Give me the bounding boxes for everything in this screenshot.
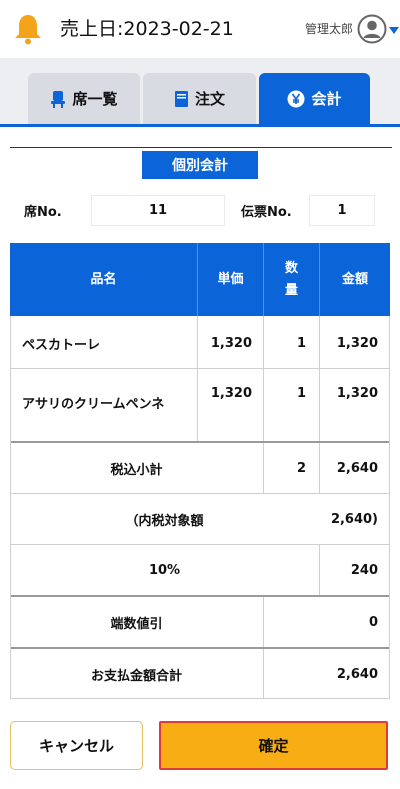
column-divider	[197, 316, 198, 441]
tax-amount: 240	[350, 562, 378, 578]
item-unit-price: 1,320	[210, 335, 252, 351]
subtotal-quantity: 2	[296, 460, 306, 476]
header-item-name: 品名	[90, 271, 117, 287]
yen-icon	[287, 90, 305, 107]
tab-checkout[interactable]: 会計	[259, 73, 370, 124]
header-amount: 金額	[341, 271, 368, 287]
item-quantity: 1	[296, 385, 306, 401]
column-divider	[319, 316, 320, 441]
tab-order-label: 注文	[194, 90, 225, 108]
header-quantity: 数 量	[284, 260, 298, 298]
column-divider	[319, 545, 320, 595]
cancel-button[interactable]: キャンセル	[10, 721, 143, 770]
user-avatar-icon[interactable]	[357, 14, 387, 44]
item-amount: 1,320	[336, 385, 378, 401]
seat-icon	[51, 90, 66, 108]
tab-order[interactable]: 注文	[143, 73, 256, 124]
divider	[10, 147, 392, 148]
item-unit-price: 1,320	[210, 385, 252, 401]
subtotal-amount: 2,640	[336, 460, 378, 476]
section-title: 個別会計	[142, 151, 258, 179]
column-divider	[263, 316, 264, 441]
table-header: 品名 単価 数 量 金額	[10, 243, 390, 316]
chevron-down-icon[interactable]	[388, 26, 400, 36]
item-name: ペスカトーレ	[22, 337, 101, 353]
item-name: アサリのクリームペンネ	[22, 397, 165, 412]
subtotal-label: 税込小計	[110, 462, 163, 478]
total-amount: 2,640	[336, 666, 378, 682]
total-label: お支払金額合計	[90, 668, 182, 684]
seat-number-value: 11	[91, 195, 225, 226]
user-name[interactable]: 管理太郎	[305, 20, 353, 37]
taxable-label: （内税対象額	[125, 513, 204, 529]
item-quantity: 1	[296, 335, 306, 351]
tab-seat-list[interactable]: 席一覧	[28, 73, 140, 124]
taxable-amount: 2,640)	[330, 511, 378, 527]
confirm-button[interactable]: 確定	[159, 721, 388, 770]
table-border-bottom	[10, 698, 390, 699]
tab-checkout-label: 会計	[311, 90, 342, 108]
column-divider	[263, 443, 264, 493]
seat-number-label: 席No.	[24, 205, 62, 220]
rounding-label: 端数値引	[110, 616, 163, 632]
column-divider	[263, 597, 264, 647]
slip-number-value: 1	[309, 195, 375, 226]
header-unit-price: 単価	[217, 271, 244, 287]
item-amount: 1,320	[336, 335, 378, 351]
rounding-amount: 0	[368, 614, 378, 630]
column-divider	[263, 649, 264, 699]
column-divider	[319, 443, 320, 493]
tax-rate-label: 10%	[148, 562, 181, 578]
sales-date: 売上日:2023-02-21	[60, 18, 234, 40]
bell-icon[interactable]	[13, 13, 43, 45]
slip-number-label: 伝票No.	[241, 205, 292, 220]
menu-book-icon	[174, 90, 188, 107]
table-border-right	[389, 316, 390, 699]
app-header: 売上日:2023-02-21 管理太郎	[0, 0, 400, 58]
tab-seat-list-label: 席一覧	[72, 90, 118, 108]
table-border-left	[10, 316, 11, 699]
